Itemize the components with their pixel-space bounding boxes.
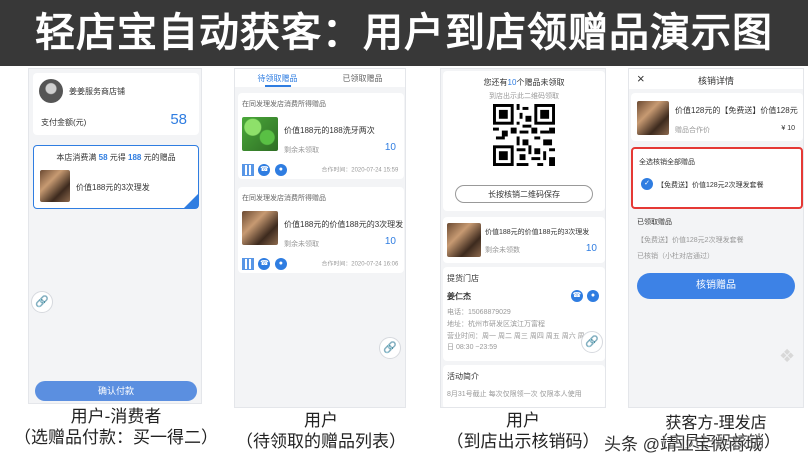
- item-remain-label: 剩余未领取: [284, 147, 319, 154]
- list-item[interactable]: 在同发理发店消费所得赠品 价值188元的188洗牙两次 剩余未领取 10 ☎ ●…: [238, 93, 404, 179]
- verify-gift-button[interactable]: 核销赠品: [637, 273, 795, 299]
- claimed-count: 已核销（小杜对店通过）: [637, 253, 714, 260]
- item-header: 在同发理发店消费所得赠品: [242, 101, 326, 108]
- location-icon[interactable]: ●: [274, 257, 287, 270]
- caption-line1: 用户: [506, 411, 540, 430]
- qrcode-image: [493, 104, 555, 166]
- link-icon[interactable]: 🔗: [581, 331, 603, 353]
- save-qrcode-button[interactable]: 长按核销二维码保存: [455, 185, 593, 203]
- puzzle-icon: ❖: [779, 346, 796, 366]
- item-partner-time: 合作时间：2020-07-24 15:59: [321, 167, 398, 174]
- item-remain-label: 剩余未领取: [284, 241, 319, 248]
- item-actions: ☎ ●: [242, 161, 287, 179]
- caption-consumer: 用户-消费者 （选赠品付款：买一得二）: [8, 406, 224, 448]
- qrcode-card: 您还有10个赠品未领取 到店出示此二维码领取 长按核销二维码保存: [443, 71, 605, 211]
- shop-header-card: 姜姜服务商店铺 支付金额(元) 58: [33, 73, 199, 135]
- caption-line1: 用户-消费者: [70, 407, 162, 426]
- phone-consumer-payment: 姜姜服务商店铺 支付金额(元) 58 本店消费满 58 元得 188 元的赠品 …: [28, 68, 202, 404]
- gift-thumbnail: [637, 101, 669, 135]
- item-title: 价值188元的价值188元的3次理发: [284, 220, 404, 229]
- tab-claimed[interactable]: 已领取赠品: [320, 73, 405, 84]
- tab-pending-underline: [265, 85, 291, 87]
- store-name: 姜仁杰: [447, 292, 471, 301]
- select-all-label: 全选核销全部赠品: [639, 159, 695, 166]
- gift-price: ¥ 10: [781, 125, 795, 132]
- phone-gift-list: 待领取赠品 已领取赠品 在同发理发店消费所得赠品 价值188元的188洗牙两次 …: [234, 68, 406, 408]
- location-icon[interactable]: ●: [274, 163, 287, 176]
- offer-text: 本店消费满 58 元得 188 元的赠品: [56, 153, 176, 162]
- phone-verify-detail: × 核销详情 价值128元的【免费送】价值128元 赠品合作价 ¥ 10 全选核…: [628, 68, 804, 408]
- selected-check-icon: [184, 194, 198, 208]
- gift-offer-card[interactable]: 本店消费满 58 元得 188 元的赠品 价值188元的3次理发: [33, 145, 199, 209]
- activity-text: 8月31号截止 每次仅限领一次 仅限本人使用: [447, 391, 582, 398]
- watermark: 头条 @靖业宝微商城: [604, 435, 762, 454]
- caption-line1: 用户: [304, 411, 338, 430]
- store-address: 地址：杭州市研发区滨江万富程: [447, 321, 545, 328]
- pay-label: 支付金额(元): [41, 118, 87, 127]
- gift-thumbnail: [242, 117, 278, 151]
- gift-remain-count: 10: [585, 243, 597, 254]
- gift-title: 价值188元的价值188元的3次理发: [485, 229, 590, 236]
- gift-title: 价值128元的【免费送】价值128元: [675, 106, 798, 115]
- gift-summary-card: 价值128元的【免费送】价值128元 赠品合作价 ¥ 10: [631, 93, 803, 141]
- gift-thumbnail: [242, 211, 278, 245]
- tab-pending[interactable]: 待领取赠品: [235, 73, 320, 84]
- selected-gift-item: 【免费送】价值128元2次理发套餐: [657, 182, 764, 189]
- qrcode-hint: 到店出示此二维码领取: [489, 93, 559, 100]
- claimed-section-title: 已领取赠品: [637, 219, 672, 226]
- gift-thumbnail: [447, 223, 481, 257]
- unclaimed-text: 您还有10个赠品未领取: [483, 78, 565, 87]
- store-section-title: 提货门店: [447, 274, 479, 283]
- caption-verify-code: 用户 （到店出示核销码）: [430, 410, 616, 452]
- item-header: 在同发理发店消费所得赠品: [242, 195, 326, 202]
- item-partner-time: 合作时间：2020-07-24 16:06: [321, 261, 398, 268]
- caption-line2: （到店出示核销码）: [446, 432, 600, 451]
- caption-line2: （待领取的赠品列表）: [236, 432, 406, 451]
- gift-title: 价值188元的3次理发: [76, 183, 150, 192]
- phone-verify-code: 您还有10个赠品未领取 到店出示此二维码领取 长按核销二维码保存 价值188元的…: [440, 68, 606, 408]
- caption-gift-list: 用户 （待领取的赠品列表）: [226, 410, 416, 452]
- phone-icon[interactable]: ☎: [571, 290, 583, 302]
- gift-sub: 赠品合作价: [675, 127, 710, 134]
- shop-name: 姜姜服务商店铺: [69, 87, 125, 96]
- item-title: 价值188元的188洗牙两次: [284, 126, 375, 135]
- gift-summary-card: 价值188元的价值188元的3次理发 剩余未领数 10: [443, 217, 605, 263]
- caption-line2: （选赠品付款：买一得二）: [14, 428, 218, 447]
- gift-thumbnail: [40, 170, 70, 202]
- qrcode-icon[interactable]: [242, 257, 254, 270]
- detail-header: × 核销详情: [629, 69, 803, 89]
- location-icon[interactable]: ●: [587, 290, 599, 302]
- page-title: 轻店宝自动获客：用户到店领赠品演示图: [0, 0, 808, 66]
- tab-bar: 待领取赠品 已领取赠品: [235, 69, 405, 87]
- store-card: 提货门店 姜仁杰 ☎ ● 电话：15068879029 地址：杭州市研发区滨江万…: [443, 267, 605, 361]
- item-remain-count: 10: [384, 142, 396, 153]
- store-hours: 营业时间：周一 周二 周三 周四 周五 周六 周日 08:30 ~23:59: [447, 333, 585, 351]
- list-item[interactable]: 在同发理发店消费所得赠品 价值188元的价值188元的3次理发 剩余未领取 10…: [238, 187, 404, 273]
- shop-avatar: [39, 79, 63, 103]
- link-icon[interactable]: 🔗: [31, 291, 53, 313]
- phone-icon[interactable]: ☎: [258, 257, 271, 270]
- claimed-item: 【免费送】价值128元2次理发套餐: [637, 237, 744, 244]
- phone-icon[interactable]: ☎: [258, 163, 271, 176]
- claimed-panel: 已领取赠品 【免费送】价值128元2次理发套餐 已核销（小杜对店通过）: [631, 209, 803, 267]
- confirm-payment-button[interactable]: 确认付款: [35, 381, 197, 401]
- select-gift-panel[interactable]: 全选核销全部赠品 ✓ 【免费送】价值128元2次理发套餐: [631, 147, 803, 209]
- store-phone: 电话：15068879029: [447, 309, 511, 316]
- activity-section-title: 活动简介: [447, 372, 479, 381]
- qrcode-icon[interactable]: [242, 163, 254, 176]
- item-remain-count: 10: [384, 236, 396, 247]
- item-actions: ☎ ●: [242, 255, 287, 273]
- link-icon[interactable]: 🔗: [379, 337, 401, 359]
- checked-icon[interactable]: ✓: [641, 178, 653, 190]
- detail-title: 核销详情: [697, 76, 734, 86]
- activity-card: 活动简介 8月31号截止 每次仅限领一次 仅限本人使用: [443, 365, 605, 407]
- gift-remain-label: 剩余未领数: [485, 247, 520, 254]
- pay-amount: 58: [170, 111, 187, 128]
